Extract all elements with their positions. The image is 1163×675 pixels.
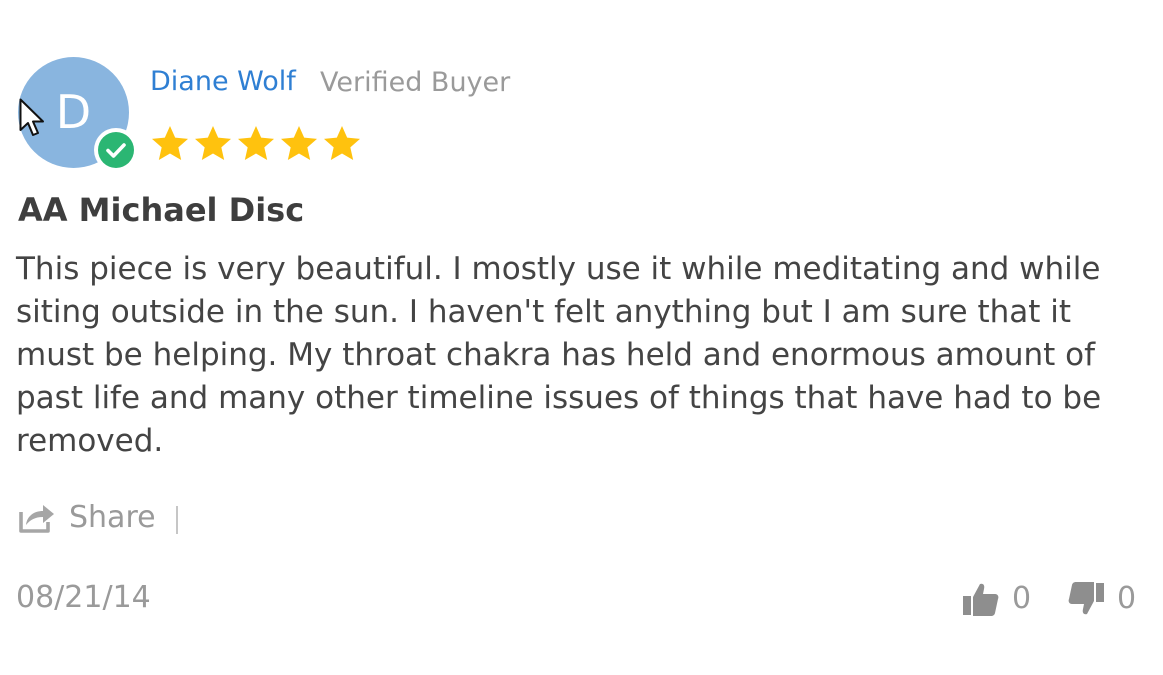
mouse-cursor-icon (19, 98, 44, 136)
verified-badge (94, 128, 138, 172)
check-icon (98, 132, 134, 168)
share-label: Share (69, 500, 156, 535)
star-icon (152, 126, 188, 160)
thumbs-up-icon (963, 583, 999, 616)
star-icon (281, 126, 317, 160)
upvote-count: 0 (1012, 581, 1032, 616)
verified-buyer-label: Verified Buyer (320, 67, 511, 98)
thumbs-down-icon (1068, 582, 1104, 615)
star-icon (324, 126, 360, 160)
review-body: This piece is very beautiful. I mostly u… (16, 251, 1102, 459)
star-icon (238, 126, 274, 160)
review-date: 08/21/14 (16, 580, 151, 615)
action-divider (176, 506, 178, 534)
star-icon (195, 126, 231, 160)
reviewer-name[interactable]: Diane Wolf (150, 66, 296, 97)
downvote-count: 0 (1117, 581, 1137, 616)
share-icon (19, 505, 54, 533)
review-title: AA Michael Disc (18, 191, 305, 229)
star-rating (150, 124, 365, 164)
